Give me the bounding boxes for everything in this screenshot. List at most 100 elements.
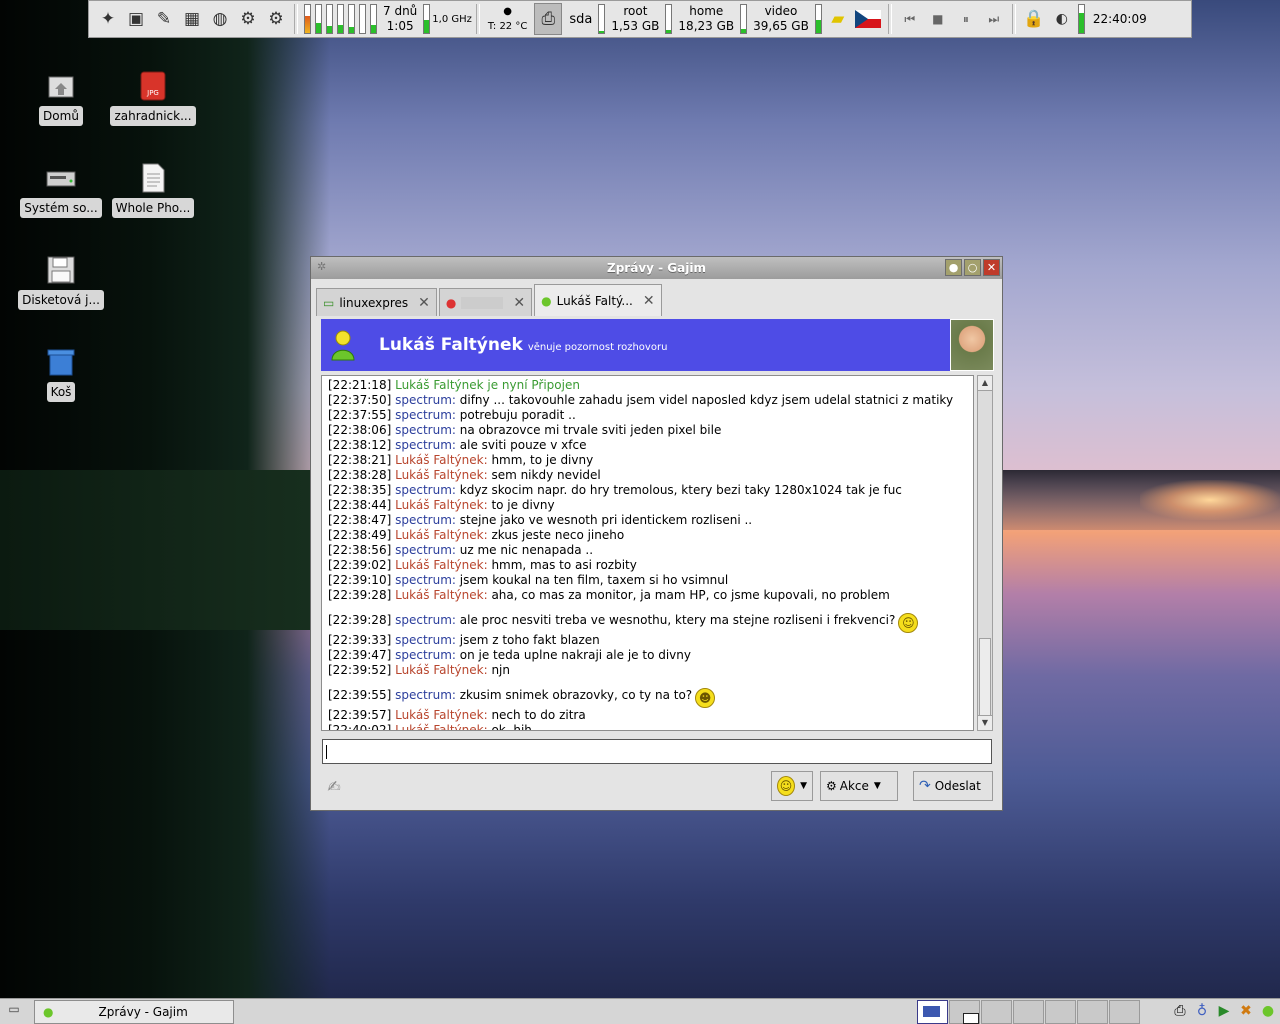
message-text: uz me nic nenapada .. [459, 543, 594, 557]
tab-close-icon[interactable]: ✕ [643, 293, 655, 309]
mount-home-meter [665, 4, 673, 34]
tab-label: Lukáš Faltý... [556, 293, 633, 308]
message-nick: spectrum: [395, 423, 456, 437]
scroll-down-arrow-icon[interactable]: ▼ [978, 715, 992, 730]
clock[interactable]: 22:40:09 [1093, 12, 1147, 26]
message-nick: spectrum: [395, 483, 456, 497]
volume-icon[interactable]: ◐ [1051, 8, 1073, 30]
maximize-button[interactable]: ○ [964, 259, 981, 276]
screenshot-icon[interactable]: ⎙ [534, 3, 563, 35]
message-nick: spectrum: [395, 543, 456, 557]
contact-online-icon: ● [541, 293, 552, 308]
panel-separator [887, 4, 892, 34]
tab-label: linuxexpres [339, 295, 409, 310]
contact-avatar[interactable] [950, 319, 994, 371]
scroll-up-arrow-icon[interactable]: ▲ [978, 376, 992, 391]
message-timestamp: [22:38:12] [328, 438, 392, 452]
lock-screen-icon[interactable]: 🔒 [1023, 8, 1045, 30]
tab-label [461, 296, 504, 309]
scroll-thumb[interactable] [979, 638, 991, 716]
minimize-button[interactable]: ● [945, 259, 962, 276]
chat-message: [22:39:02] Lukáš Faltýnek: hmm, mas to a… [328, 558, 967, 573]
terminal-icon[interactable]: ▣ [125, 8, 147, 30]
taskbar-button-gajim[interactable]: ● Zprávy - Gajim [34, 1000, 234, 1024]
grin-emoticon-icon: ☻ [695, 688, 716, 708]
workspace-3[interactable] [981, 1000, 1012, 1024]
workspace-4[interactable] [1013, 1000, 1044, 1024]
media-stop-icon[interactable]: ■ [927, 8, 949, 30]
media-player-icon[interactable]: ▶ [1214, 1000, 1234, 1022]
dropdown-arrow-icon: ▼ [873, 781, 881, 791]
emoticons-button[interactable]: ☺ ▼ [771, 771, 813, 801]
message-nick: Lukáš Faltýnek: [395, 663, 488, 677]
tab-lukas[interactable]: ● Lukáš Faltý... ✕ [534, 284, 662, 316]
workspace-7[interactable] [1109, 1000, 1140, 1024]
chat-message: [22:39:55] spectrum: zkusim snimek obraz… [328, 688, 967, 708]
window-titlebar[interactable]: ✲ Zprávy - Gajim ● ○ ✕ [311, 257, 1002, 279]
tab-close-icon[interactable]: ✕ [513, 295, 525, 311]
desktop-icon-trash[interactable]: Koš [16, 346, 106, 402]
message-nick: Lukáš Faltýnek: [395, 708, 488, 722]
conversation-log[interactable]: [22:21:18] Lukáš Faltýnek je nyní Připoj… [321, 375, 974, 731]
message-timestamp: [22:38:21] [328, 453, 392, 467]
calculator-icon[interactable]: ▦ [181, 8, 203, 30]
bottom-panel: ▭ ● Zprávy - Gajim ⎙ ♁ ▶ ✖ ● [0, 998, 1280, 1024]
workspace-2[interactable] [949, 1000, 980, 1024]
media-next-icon[interactable]: ⏭ [983, 8, 1005, 30]
close-button[interactable]: ✕ [983, 259, 1000, 276]
workspace-1[interactable] [917, 1000, 948, 1024]
avatar-image [951, 320, 993, 370]
disk-meter [598, 4, 606, 34]
tab-second-contact[interactable]: ● ✕ [438, 288, 533, 316]
show-desktop-icon[interactable]: ▭ [3, 1002, 25, 1020]
notes-icon[interactable]: ▰ [827, 8, 849, 30]
media-previous-icon[interactable]: ⏮ [899, 8, 921, 30]
cpu-meter-2 [315, 4, 322, 34]
message-timestamp: [22:37:55] [328, 408, 392, 422]
message-nick: spectrum: [395, 613, 456, 627]
chat-message: [22:38:06] spectrum: na obrazovce mi trv… [328, 423, 967, 438]
conversation-scrollbar[interactable]: ▲ ▼ [977, 375, 993, 731]
smile-emoticon-icon: ☺ [898, 613, 919, 633]
chat-message: [22:38:47] spectrum: stejne jako ve wesn… [328, 513, 967, 528]
volume-meter[interactable] [1077, 4, 1085, 34]
mount-video-size: 39,65 GB [753, 19, 809, 33]
message-nick: Lukáš Faltýnek: [395, 723, 488, 731]
actions-button[interactable]: ⚙ Akce ▼ [820, 771, 898, 801]
panel-separator [1011, 4, 1016, 34]
desktop-icon-jpg[interactable]: JPG zahradnick... [108, 70, 198, 126]
workspace-6[interactable] [1077, 1000, 1108, 1024]
message-text: to je divny [491, 498, 555, 512]
message-input[interactable] [322, 739, 992, 764]
message-nick: spectrum: [395, 408, 456, 422]
printer-icon[interactable]: ⎙ [1170, 1000, 1190, 1022]
message-timestamp: [22:39:33] [328, 633, 392, 647]
tools-icon[interactable]: ✖ [1236, 1000, 1256, 1022]
cpu-meter-3 [326, 4, 333, 34]
desktop-icon-text[interactable]: Whole Pho... [108, 162, 198, 218]
tab-close-icon[interactable]: ✕ [418, 295, 430, 311]
gajim-tray-icon[interactable]: ● [1258, 1000, 1278, 1022]
xfce-menu-icon[interactable]: ✦ [97, 8, 119, 30]
media-pause-icon[interactable]: ⏸ [955, 8, 977, 30]
window-menu-icon[interactable]: ✲ [317, 261, 329, 273]
editor-icon[interactable]: ✎ [153, 8, 175, 30]
settings-gear-icon[interactable]: ⚙ [237, 8, 259, 30]
pin-icon[interactable]: ✍ [321, 771, 347, 801]
network-icon[interactable]: ♁ [1192, 1000, 1212, 1022]
desktop-icon-floppy[interactable]: Disketová j... [16, 254, 106, 310]
uptime-hours: 1:05 [386, 19, 414, 33]
desktop-icon-filesystem[interactable]: Systém so... [16, 162, 106, 218]
workspace-5[interactable] [1045, 1000, 1076, 1024]
czech-flag-icon[interactable] [854, 8, 881, 30]
tab-linuxexpres[interactable]: ▭ linuxexpres ✕ [316, 288, 437, 316]
browser-globe-icon[interactable]: ◍ [209, 8, 231, 30]
desktop-icon-home[interactable]: Domů [16, 70, 106, 126]
settings-gear-icon-2[interactable]: ⚙ [265, 8, 287, 30]
message-timestamp: [22:21:18] [328, 378, 392, 392]
send-button[interactable]: ↷ Odeslat [913, 771, 993, 801]
mount-root-name: root [623, 4, 648, 18]
system-message-text: Lukáš Faltýnek je nyní Připojen [395, 378, 580, 392]
chat-message: [22:40:02] Lukáš Faltýnek: ok, hih [328, 723, 967, 731]
actions-button-label: Akce [839, 779, 869, 793]
